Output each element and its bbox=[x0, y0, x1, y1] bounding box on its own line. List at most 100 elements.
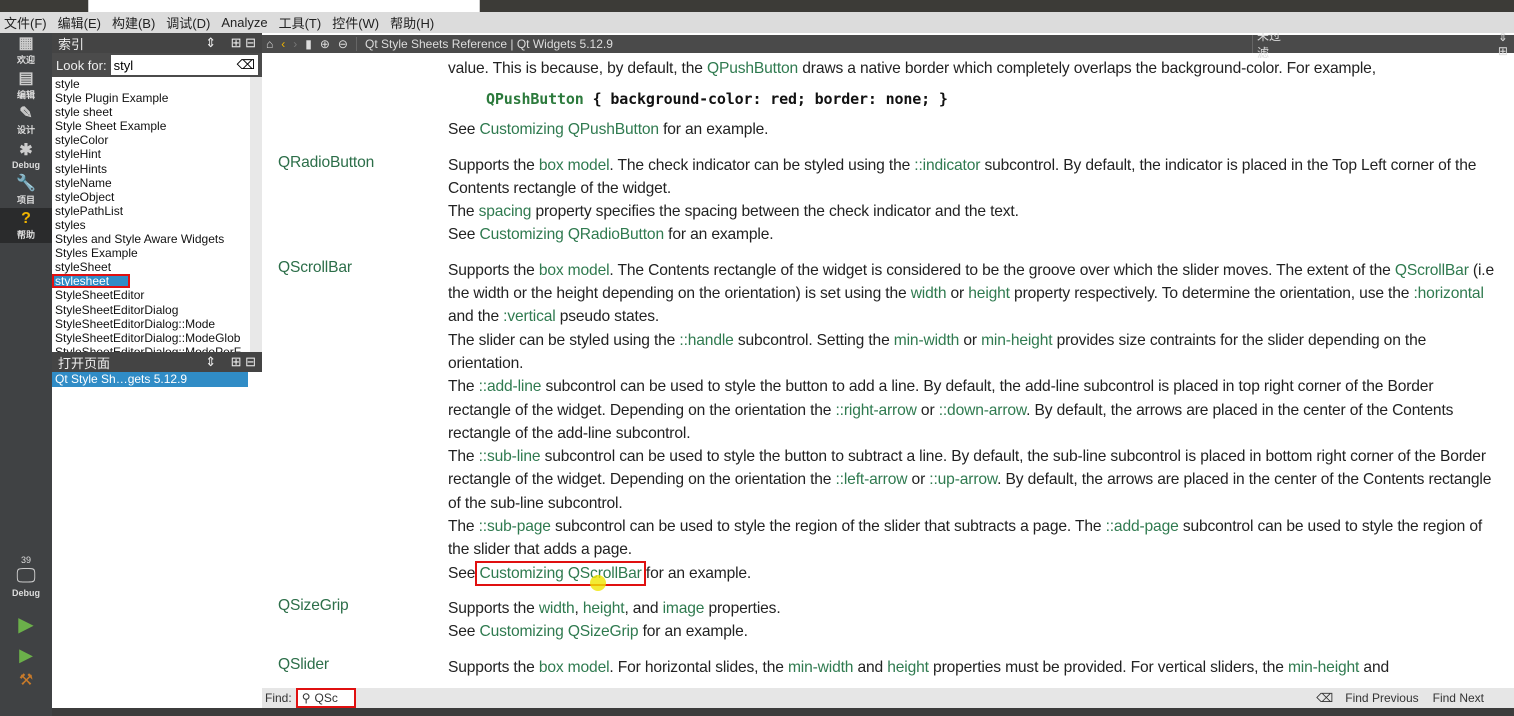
home-icon[interactable]: ⌂ bbox=[266, 37, 273, 51]
doc-link[interactable]: min-width bbox=[894, 332, 960, 349]
doc-link[interactable]: ::sub-page bbox=[479, 518, 551, 535]
doc-link[interactable]: QScrollBar bbox=[1395, 262, 1469, 279]
clear-icon[interactable]: ⌫ bbox=[237, 57, 255, 73]
doc-link[interactable]: :vertical bbox=[503, 308, 556, 325]
doc-link[interactable]: min-height bbox=[1288, 659, 1359, 676]
pane-controls-icon[interactable]: ⇕ ⊞ ⊟ bbox=[205, 354, 256, 370]
index-list[interactable]: style Style Plugin Example style sheet Styl… bbox=[52, 77, 262, 352]
entry-term[interactable]: QSlider bbox=[262, 656, 448, 679]
pane-controls-icon[interactable]: ⇕ ⊞ ⊟ bbox=[205, 35, 256, 51]
index-item[interactable]: styleObject bbox=[52, 190, 250, 204]
doc-link[interactable]: ::handle bbox=[679, 332, 733, 349]
doc-link[interactable]: ::up-arrow bbox=[929, 471, 997, 488]
index-item[interactable]: StyleSheetEditorDialog bbox=[52, 303, 250, 317]
doc-link[interactable]: ::left-arrow bbox=[836, 471, 908, 488]
build-hammer-icon[interactable]: ⚒ bbox=[0, 670, 52, 690]
doc-link[interactable]: height bbox=[968, 285, 1010, 302]
doc-link[interactable]: box model bbox=[539, 157, 610, 174]
globe-icon[interactable]: ⊕ bbox=[320, 37, 330, 51]
index-item[interactable]: Styles and Style Aware Widgets bbox=[52, 232, 250, 246]
menu-item[interactable]: 工具(T) bbox=[279, 13, 322, 32]
wrench-icon: 🔧 bbox=[16, 175, 36, 192]
paragraph: See Customizing QSizeGrip for an example… bbox=[448, 620, 1500, 643]
entry-term[interactable]: QScrollBar bbox=[262, 259, 448, 585]
find-next-button[interactable]: Find Next bbox=[1433, 691, 1484, 705]
mode-help[interactable]: ? 帮助 bbox=[0, 208, 52, 243]
doc-link[interactable]: image bbox=[663, 600, 705, 617]
doc-link[interactable]: ::add-line bbox=[479, 378, 542, 395]
doc-link[interactable]: height bbox=[583, 600, 625, 617]
mode-grid[interactable]: ▦ 欢迎 bbox=[0, 33, 52, 68]
index-item[interactable]: StyleSheetEditorDialog::ModeGlob bbox=[52, 331, 250, 345]
menu-item[interactable]: 编辑(E) bbox=[58, 13, 101, 32]
doc-link[interactable]: Customizing QScrollBar bbox=[475, 560, 646, 586]
index-item[interactable]: Styles Example bbox=[52, 246, 250, 260]
doc-link[interactable]: min-height bbox=[981, 332, 1052, 349]
doc-link[interactable]: ::down-arrow bbox=[939, 402, 1027, 419]
index-item[interactable]: stylePathList bbox=[52, 204, 250, 218]
menu-item[interactable]: 帮助(H) bbox=[390, 13, 434, 32]
entry-term[interactable]: QSizeGrip bbox=[262, 597, 448, 644]
index-item[interactable]: StyleSheetEditor bbox=[52, 288, 250, 302]
index-item[interactable]: style sheet bbox=[52, 105, 250, 119]
doc-link[interactable]: :horizontal bbox=[1413, 285, 1483, 302]
index-item[interactable]: StyleSheetEditorDialog::Mode bbox=[52, 317, 250, 331]
index-item[interactable]: stylesheet bbox=[52, 274, 130, 289]
mode-document[interactable]: ▤ 编辑 bbox=[0, 68, 52, 103]
doc-link[interactable]: ::indicator bbox=[914, 157, 980, 174]
entry-continued: value. This is because, by default, the … bbox=[262, 57, 1514, 142]
text-run: and the bbox=[448, 308, 504, 326]
doc-link[interactable]: Customizing QSizeGrip bbox=[479, 623, 638, 640]
doc-link[interactable]: ::add-page bbox=[1106, 518, 1179, 535]
index-item[interactable]: styleColor bbox=[52, 133, 250, 147]
menu-item[interactable]: 控件(W) bbox=[332, 13, 379, 32]
doc-link[interactable]: height bbox=[887, 659, 929, 676]
menu-item[interactable]: 构建(B) bbox=[112, 13, 155, 32]
menu-item[interactable]: 调试(D) bbox=[166, 13, 210, 32]
index-item[interactable]: styles bbox=[52, 218, 250, 232]
back-icon[interactable]: ‹ bbox=[281, 37, 285, 51]
look-for-input[interactable]: styl ⌫ bbox=[110, 55, 258, 75]
mode-bug[interactable]: ✱ Debug bbox=[0, 138, 52, 173]
link-icon[interactable]: ⊖ bbox=[338, 37, 348, 51]
doc-link[interactable]: box model bbox=[539, 659, 610, 676]
paragraph: The ::sub-line subcontrol can be used to… bbox=[448, 445, 1500, 515]
text-run: and bbox=[1359, 658, 1389, 676]
forward-icon[interactable]: › bbox=[293, 37, 297, 51]
bookmark-icon[interactable]: ▮ bbox=[305, 37, 312, 51]
doc-link[interactable]: QPushButton bbox=[707, 60, 798, 77]
doc-link[interactable]: width bbox=[539, 600, 575, 617]
entry-term[interactable]: QRadioButton bbox=[262, 154, 448, 247]
doc-link[interactable]: width bbox=[911, 285, 947, 302]
mode-pencil[interactable]: ✎ 设计 bbox=[0, 103, 52, 138]
mode-wrench[interactable]: 🔧 项目 bbox=[0, 173, 52, 208]
index-item[interactable]: styleName bbox=[52, 176, 250, 190]
index-item[interactable]: Style Plugin Example bbox=[52, 91, 250, 105]
filter-select[interactable]: 未过滤 ⇕ ⊞ bbox=[1252, 29, 1514, 60]
monitor-icon[interactable]: 🖵 bbox=[0, 565, 52, 588]
index-item[interactable]: Style Sheet Example bbox=[52, 119, 250, 133]
index-item[interactable]: style bbox=[52, 77, 250, 91]
doc-link[interactable]: ::sub-line bbox=[479, 448, 541, 465]
index-item[interactable]: styleSheet bbox=[52, 260, 250, 274]
mode-bar: ▦ 欢迎 ▤ 编辑 ✎ 设计 ✱ Debug 🔧 项目? 帮助 39 🖵 Debug ▶ ▶ ⚒ bbox=[0, 33, 52, 716]
run-icon[interactable]: ▶ bbox=[0, 612, 52, 637]
doc-link[interactable]: spacing bbox=[479, 203, 532, 220]
index-item[interactable]: styleHint bbox=[52, 147, 250, 161]
doc-link[interactable]: box model bbox=[539, 262, 610, 279]
doc-link[interactable]: min-width bbox=[788, 659, 854, 676]
debug-run-icon[interactable]: ▶ bbox=[0, 645, 52, 666]
index-item[interactable]: StyleSheetEditorDialog::ModePerF bbox=[52, 345, 250, 352]
find-input[interactable]: ⚲ QSc bbox=[295, 688, 356, 708]
open-page-item[interactable]: Qt Style Sh…gets 5.12.9 bbox=[52, 372, 248, 387]
doc-link[interactable]: ::right-arrow bbox=[836, 402, 917, 419]
menu-item[interactable]: 文件(F) bbox=[4, 13, 47, 32]
menu-item[interactable]: Analyze bbox=[221, 15, 267, 30]
doc-link[interactable]: Customizing QRadioButton bbox=[479, 226, 664, 243]
clear-find-icon[interactable]: ⌫ bbox=[1316, 691, 1333, 705]
index-item[interactable]: styleHints bbox=[52, 162, 250, 176]
doc-link[interactable]: Customizing QPushButton bbox=[479, 121, 659, 138]
find-previous-button[interactable]: Find Previous bbox=[1345, 691, 1418, 705]
mode-label: 帮助 bbox=[16, 230, 35, 240]
